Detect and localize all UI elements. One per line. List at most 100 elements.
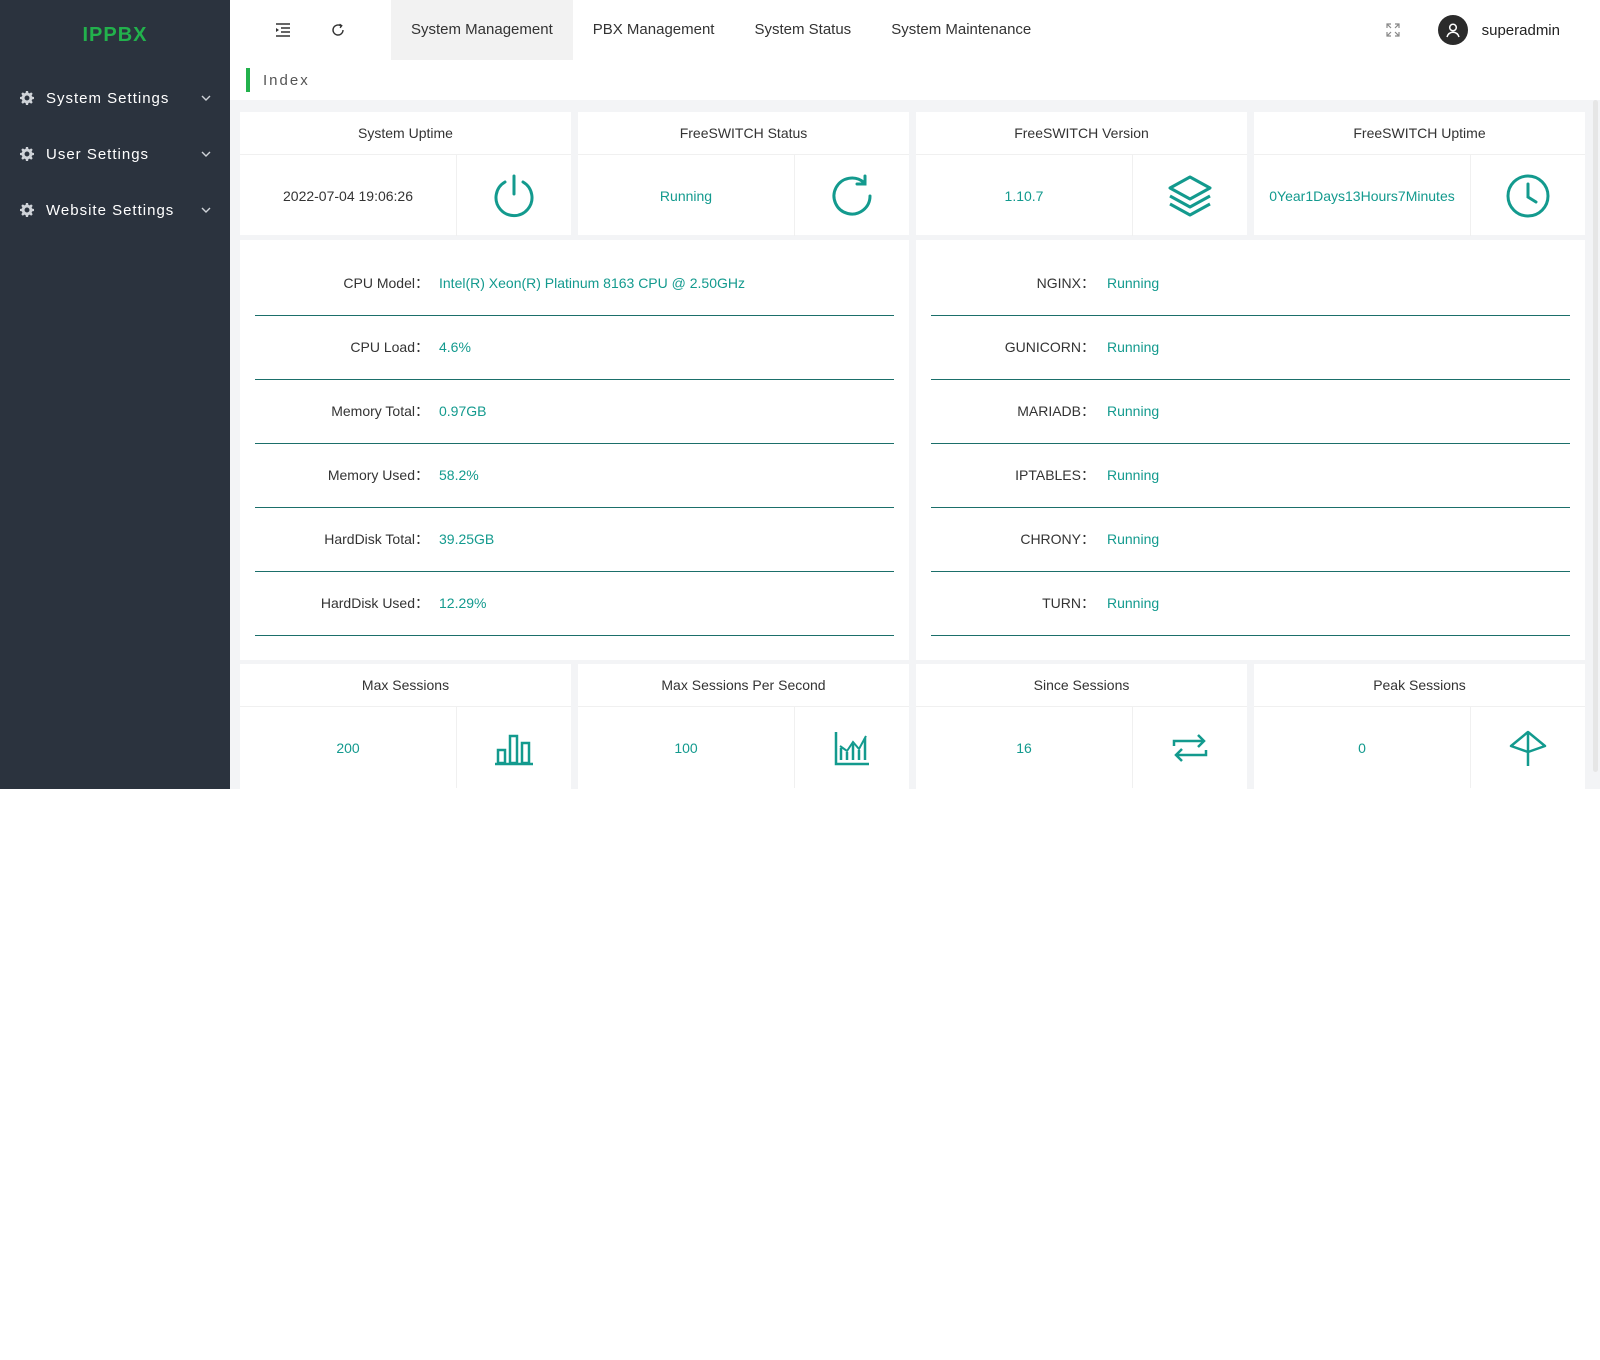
- row-value: Running: [1107, 595, 1160, 611]
- collapse-menu-button[interactable]: [255, 0, 310, 60]
- info-row-cpu-model: CPU Model： Intel(R) Xeon(R) Platinum 8163…: [255, 251, 894, 316]
- row-label: CPU Model: [343, 275, 415, 291]
- top-stats: System Uptime 2022-07-04 19:06:26 FreeSW…: [240, 112, 1585, 236]
- main-area: System Management PBX Management System …: [230, 0, 1600, 789]
- stat-card-max-sessions-per-second: Max Sessions Per Second 100: [578, 664, 909, 789]
- gear-icon: [20, 91, 34, 105]
- row-value: Running: [1107, 531, 1160, 547]
- row-value: 12.29%: [439, 595, 487, 611]
- info-row-harddisk-used: HardDisk Used： 12.29%: [255, 571, 894, 636]
- stat-card-freeswitch-uptime: FreeSWITCH Uptime 0Year1Days13Hours7Minu…: [1254, 112, 1585, 236]
- row-label: HardDisk Used: [320, 595, 415, 611]
- fullscreen-icon: [1386, 23, 1400, 37]
- info-row-cpu-load: CPU Load： 4.6%: [255, 315, 894, 380]
- row-value: Running: [1107, 467, 1160, 483]
- row-value: Running: [1107, 403, 1160, 419]
- row-label: NGINX: [1036, 275, 1081, 291]
- avatar[interactable]: [1437, 15, 1468, 45]
- card-title: System Uptime: [240, 112, 571, 155]
- fullscreen-button[interactable]: [1378, 15, 1408, 45]
- chevron-down-icon: [201, 95, 211, 101]
- stat-card-max-sessions: Max Sessions 200: [240, 664, 571, 789]
- sidebar-item-user-settings[interactable]: User Settings: [0, 126, 230, 182]
- card-title: FreeSWITCH Version: [916, 112, 1247, 155]
- breadcrumb-index[interactable]: Index: [263, 72, 310, 89]
- row-colon: ：: [1081, 531, 1095, 547]
- card-value: 1.10.7: [916, 155, 1133, 236]
- sidebar-item-label: System Settings: [46, 89, 170, 107]
- row-label: CHRONY: [1020, 531, 1081, 547]
- row-value: Running: [1107, 339, 1160, 355]
- service-row-iptables: IPTABLES： Running: [931, 443, 1570, 508]
- tab-system-management[interactable]: System Management: [391, 0, 573, 60]
- row-colon: ：: [1081, 275, 1095, 291]
- user-icon: [1445, 23, 1460, 38]
- row-value: 39.25GB: [439, 531, 495, 547]
- card-value: Running: [578, 155, 795, 236]
- line-chart-icon: [834, 731, 869, 765]
- row-label: Memory Used: [327, 467, 415, 483]
- peak-icon: [1509, 730, 1547, 766]
- card-value: 0Year1Days13Hours7Minutes: [1254, 155, 1471, 236]
- system-info-panel: CPU Model ： Intel(R) Xeon(R) Platinum 8163…: [240, 240, 909, 660]
- service-row-turn: TURN： Running: [931, 571, 1570, 636]
- repeat-icon: [1172, 733, 1208, 762]
- services-panel: NGINX： Running GUNICORN： Running MARIADB： R…: [916, 240, 1585, 660]
- power-icon: [494, 174, 534, 217]
- row-colon: ：: [1081, 403, 1095, 419]
- row-label: CPU Load: [350, 339, 415, 355]
- row-value: Intel(R) Xeon(R) Platinum 8163 CPU @ 2.5…: [439, 275, 745, 291]
- logo: IPPBX: [82, 24, 148, 46]
- row-value: Running: [1107, 275, 1160, 291]
- row-value: 58.2%: [439, 467, 479, 483]
- row-label: IPTABLES: [1015, 467, 1081, 483]
- stat-card-since-sessions: Since Sessions 16: [916, 664, 1247, 789]
- menu-fold-icon: [275, 23, 290, 37]
- service-row-mariadb: MARIADB： Running: [931, 379, 1570, 444]
- tab-system-status[interactable]: System Status: [734, 0, 871, 60]
- tab-system-maintenance[interactable]: System Maintenance: [871, 0, 1051, 60]
- gear-icon: [20, 203, 34, 217]
- sidebar: IPPBX System Settings User Settings Webs…: [0, 0, 230, 789]
- sidebar-item-system-settings[interactable]: System Settings: [0, 70, 230, 126]
- card-value: 0: [1254, 707, 1471, 788]
- row-colon: ：: [415, 403, 429, 419]
- scrollbar[interactable]: [1593, 100, 1598, 772]
- layers-icon: [1168, 175, 1212, 216]
- row-label: TURN: [1042, 595, 1081, 611]
- card-title: FreeSWITCH Uptime: [1254, 112, 1585, 155]
- tab-pbx-management[interactable]: PBX Management: [573, 0, 735, 60]
- info-row-memory-total: Memory Total： 0.97GB: [255, 379, 894, 444]
- service-row-nginx: NGINX： Running: [931, 251, 1570, 316]
- card-title: Max Sessions: [240, 664, 571, 707]
- card-value: 16: [916, 707, 1133, 788]
- refresh-icon: [832, 174, 872, 216]
- row-label: HardDisk Total: [324, 531, 415, 547]
- row-colon: ：: [415, 339, 429, 355]
- card-value: 2022-07-04 19:06:26: [240, 155, 457, 236]
- info-row-memory-used: Memory Used： 58.2%: [255, 443, 894, 508]
- row-label: GUNICORN: [1004, 339, 1081, 355]
- chevron-down-icon: [201, 151, 211, 157]
- row-value: 4.6%: [439, 339, 471, 355]
- top-bar: System Management PBX Management System …: [230, 0, 1600, 61]
- service-row-chrony: CHRONY： Running: [931, 507, 1570, 572]
- bottom-stats: Max Sessions 200 Max Sessions Per Second…: [240, 664, 1585, 789]
- breadcrumb-marker: [246, 68, 250, 92]
- top-nav: System Management PBX Management System …: [391, 0, 1051, 60]
- gear-icon: [20, 147, 34, 161]
- stat-card-system-uptime: System Uptime 2022-07-04 19:06:26: [240, 112, 571, 236]
- card-title: Since Sessions: [916, 664, 1247, 707]
- username[interactable]: superadmin: [1482, 22, 1560, 39]
- row-colon: ：: [1081, 467, 1095, 483]
- stat-card-peak-sessions: Peak Sessions 0: [1254, 664, 1585, 789]
- stat-card-freeswitch-version: FreeSWITCH Version 1.10.7: [916, 112, 1247, 236]
- info-row-harddisk-total: HardDisk Total： 39.25GB: [255, 507, 894, 572]
- sidebar-item-website-settings[interactable]: Website Settings: [0, 182, 230, 238]
- row-label: MARIADB: [1017, 403, 1081, 419]
- row-colon: ：: [415, 467, 429, 483]
- row-colon: ：: [415, 531, 429, 547]
- row-colon: ：: [415, 595, 429, 611]
- row-colon: ：: [1081, 339, 1095, 355]
- refresh-button[interactable]: [310, 0, 365, 60]
